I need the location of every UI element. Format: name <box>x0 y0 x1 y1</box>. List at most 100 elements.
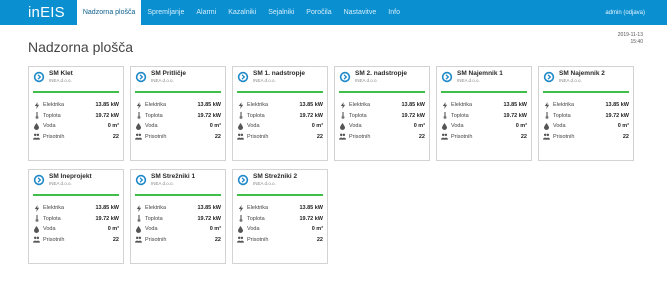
card-title: SM Najemnik 1 <box>457 70 503 77</box>
card-subtitle: INEA d.o.o. <box>253 181 276 186</box>
row-label-elektrika: Elektrika <box>43 102 65 109</box>
current-time: 15:40 <box>630 39 643 45</box>
circle-arrow-icon[interactable] <box>135 174 147 186</box>
row-value-prisotnih: 22 <box>316 236 323 243</box>
circle-arrow-icon[interactable] <box>33 174 45 186</box>
water-drop-icon <box>441 122 448 130</box>
card-titles: SM Pritličje INEA d.o.o. <box>151 70 186 84</box>
card-header: SM Strežniki 2 INEA d.o.o. <box>237 173 323 193</box>
row-value-voda: 0 m³ <box>107 226 119 233</box>
row-value-elektrika: 13.85 kW <box>95 205 119 212</box>
circle-arrow-icon[interactable] <box>237 174 249 186</box>
circle-arrow-icon[interactable] <box>33 71 45 83</box>
lightning-icon <box>441 101 448 109</box>
card-header: SM Klet INEA d.o.o. <box>33 70 119 90</box>
card-title: SM Najemnik 2 <box>559 70 605 77</box>
row-value-voda: 0 m³ <box>311 226 323 233</box>
row-toplota: Toplota 19.72 kW <box>33 214 119 225</box>
nav-item-kazalniki[interactable]: Kazalniki <box>222 0 262 25</box>
nav-item-alarmi[interactable]: Alarmi <box>190 0 222 25</box>
water-drop-icon <box>33 225 40 233</box>
water-drop-icon <box>135 122 142 130</box>
water-drop-icon <box>237 122 244 130</box>
row-value-prisotnih: 22 <box>622 133 629 140</box>
water-drop-icon <box>543 122 550 130</box>
thermometer-icon <box>135 215 142 223</box>
people-icon <box>237 133 244 140</box>
lightning-icon <box>33 204 40 212</box>
meter-card-1[interactable]: SM Klet INEA d.o.o. Elektrika 13.85 kW T… <box>28 66 124 161</box>
card-title: SM Klet <box>49 70 73 77</box>
row-toplota: Toplota 19.72 kW <box>33 111 119 122</box>
lightning-icon <box>339 101 346 109</box>
row-toplota: Toplota 19.72 kW <box>135 111 221 122</box>
row-label-toplota: Toplota <box>43 215 61 222</box>
nav-item-sejalniki[interactable]: Sejalniki <box>262 0 300 25</box>
row-label-toplota: Toplota <box>43 112 61 119</box>
row-label-voda: Voda <box>349 123 362 130</box>
row-label-elektrika: Elektrika <box>451 102 473 109</box>
user-logout-link[interactable]: admin (odjava) <box>605 10 645 16</box>
row-prisotnih: Prisotnih 22 <box>135 132 221 143</box>
row-value-elektrika: 13.85 kW <box>401 102 425 109</box>
thermometer-icon <box>441 112 448 120</box>
row-value-voda: 0 m³ <box>413 123 425 130</box>
row-label-elektrika: Elektrika <box>349 102 371 109</box>
row-label-prisotnih: Prisotnih <box>247 133 269 140</box>
meter-card-8[interactable]: SM Strežniki 1 INEA d.o.o. Elektrika 13.… <box>130 169 226 264</box>
row-label-toplota: Toplota <box>145 215 163 222</box>
app-logo[interactable]: inEIS <box>0 4 77 21</box>
nav-item-info[interactable]: Info <box>382 0 406 25</box>
row-value-voda: 0 m³ <box>515 123 527 130</box>
meter-card-9[interactable]: SM Strežniki 2 INEA d.o.o. Elektrika 13.… <box>232 169 328 264</box>
circle-arrow-icon[interactable] <box>339 71 351 83</box>
row-label-prisotnih: Prisotnih <box>247 236 269 243</box>
row-prisotnih: Prisotnih 22 <box>339 132 425 143</box>
row-value-toplota: 19.72 kW <box>95 112 119 119</box>
card-subtitle: INEA d.o.o. <box>151 78 174 83</box>
nav-item-porocila[interactable]: Poročila <box>300 0 337 25</box>
row-elektrika: Elektrika 13.85 kW <box>237 203 323 214</box>
card-title: SM Strežniki 1 <box>151 173 196 180</box>
row-value-prisotnih: 22 <box>112 236 119 243</box>
circle-arrow-icon[interactable] <box>441 71 453 83</box>
meter-card-4[interactable]: SM 2. nadstropje INEA d.o.o. Elektrika 1… <box>334 66 430 161</box>
row-label-toplota: Toplota <box>553 112 571 119</box>
row-prisotnih: Prisotnih 22 <box>543 132 629 143</box>
lightning-icon <box>237 101 244 109</box>
row-voda: Voda 0 m³ <box>339 121 425 132</box>
nav-item-nadzorna-plosca[interactable]: Nadzorna plošča <box>76 0 142 25</box>
nav-item-nastavitve[interactable]: Nastavitve <box>338 0 383 25</box>
row-elektrika: Elektrika 13.85 kW <box>237 100 323 111</box>
meter-card-2[interactable]: SM Pritličje INEA d.o.o. Elektrika 13.85… <box>130 66 226 161</box>
row-label-toplota: Toplota <box>451 112 469 119</box>
row-value-prisotnih: 22 <box>112 133 119 140</box>
lightning-icon <box>543 101 550 109</box>
row-elektrika: Elektrika 13.85 kW <box>543 100 629 111</box>
lightning-icon <box>135 101 142 109</box>
nav-item-spremljanje[interactable]: Spremljanje <box>141 0 190 25</box>
row-label-elektrika: Elektrika <box>43 205 65 212</box>
card-subtitle: INEA d.o.o. <box>151 181 174 186</box>
row-toplota: Toplota 19.72 kW <box>135 214 221 225</box>
datetime-stamp: 2019-11-13 15:40 <box>618 32 643 46</box>
row-label-toplota: Toplota <box>349 112 367 119</box>
meter-card-6[interactable]: SM Najemnik 2 INEA d.o.o. Elektrika 13.8… <box>538 66 634 161</box>
card-divider <box>135 91 221 93</box>
card-title: SM Ineprojekt <box>49 173 92 180</box>
row-label-prisotnih: Prisotnih <box>349 133 371 140</box>
row-value-voda: 0 m³ <box>617 123 629 130</box>
row-label-toplota: Toplota <box>247 215 265 222</box>
row-toplota: Toplota 19.72 kW <box>237 111 323 122</box>
card-divider <box>543 91 629 93</box>
lightning-icon <box>237 204 244 212</box>
meter-card-3[interactable]: SM 1. nadstropje INEA d.o.o. Elektrika 1… <box>232 66 328 161</box>
meter-card-5[interactable]: SM Najemnik 1 INEA d.o.o. Elektrika 13.8… <box>436 66 532 161</box>
circle-arrow-icon[interactable] <box>543 71 555 83</box>
meter-card-7[interactable]: SM Ineprojekt INEA d.o.o. Elektrika 13.8… <box>28 169 124 264</box>
circle-arrow-icon[interactable] <box>237 71 249 83</box>
row-value-elektrika: 13.85 kW <box>605 102 629 109</box>
people-icon <box>33 133 40 140</box>
row-label-voda: Voda <box>43 226 56 233</box>
circle-arrow-icon[interactable] <box>135 71 147 83</box>
